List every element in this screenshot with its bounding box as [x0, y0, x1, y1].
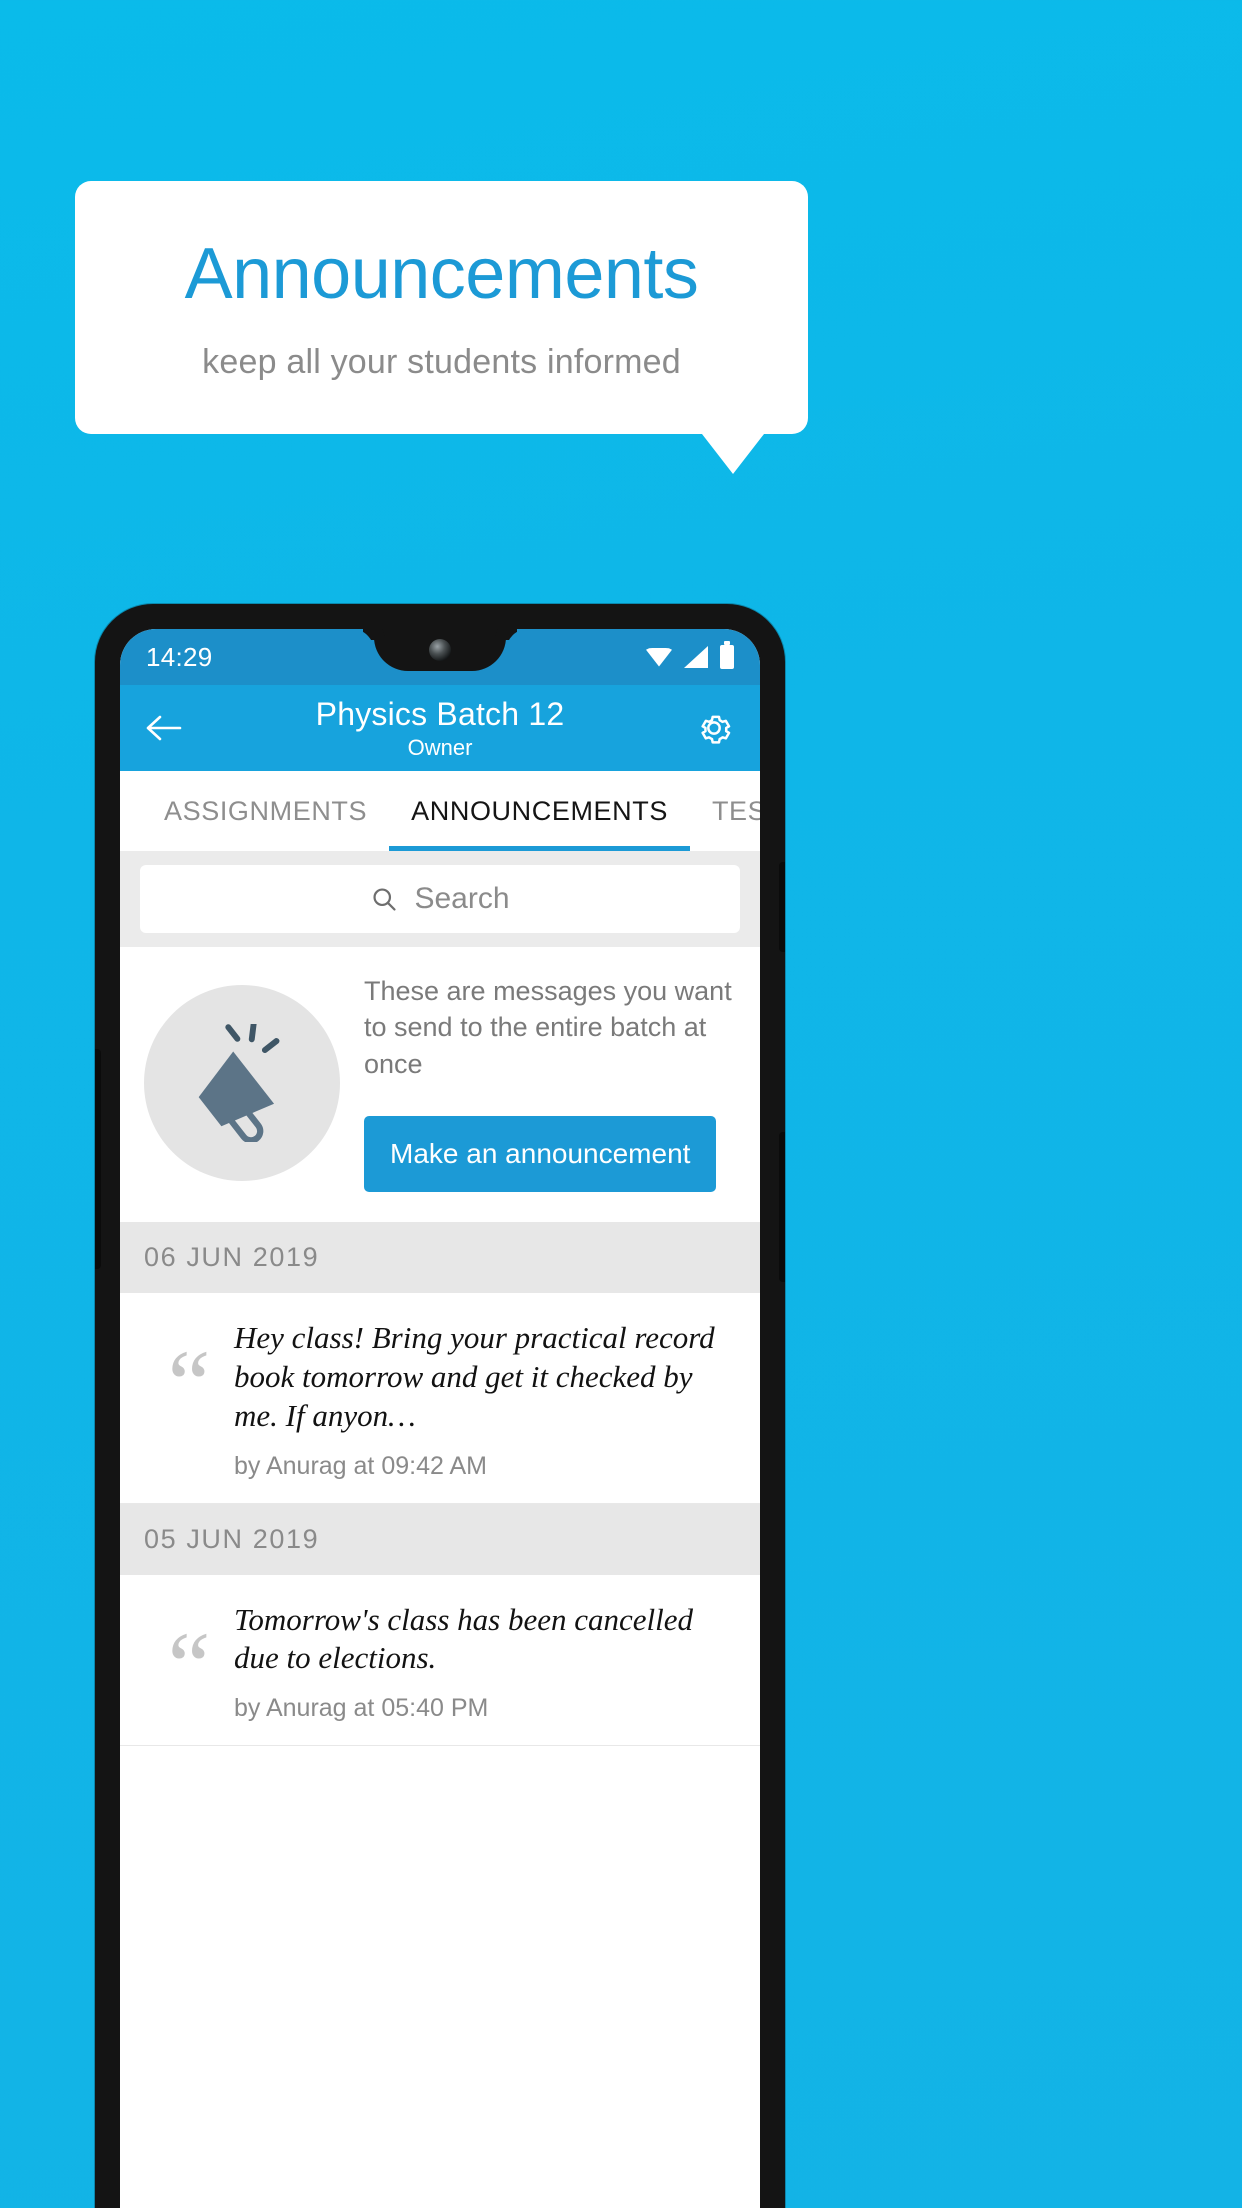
- promo-banner: Announcements keep all your students inf…: [75, 181, 808, 474]
- announcement-empty-promo: These are messages you want to send to t…: [120, 947, 760, 1223]
- announcement-meta: by Anurag at 05:40 PM: [234, 1694, 489, 1723]
- search-placeholder: Search: [414, 882, 510, 915]
- tab-announcements[interactable]: ANNOUNCEMENTS: [389, 771, 690, 851]
- tab-tests[interactable]: TESTS: [690, 771, 760, 851]
- phone-side-button: [95, 1049, 101, 1269]
- announcement-item[interactable]: “ Tomorrow's class has been cancelled du…: [120, 1574, 760, 1747]
- make-announcement-button[interactable]: Make an announcement: [364, 1116, 717, 1193]
- phone-screen: 14:29 Physics Batch 12 Owner ASSIGNMENTS…: [120, 629, 760, 2208]
- announcement-body: Hey class! Bring your practical record b…: [234, 1319, 736, 1480]
- batch-title: Physics Batch 12: [315, 695, 565, 732]
- app-bar: Physics Batch 12 Owner: [120, 685, 760, 771]
- announcement-body: Tomorrow's class has been cancelled due …: [234, 1601, 736, 1724]
- status-icons: [646, 641, 734, 669]
- announcement-text: Hey class! Bring your practical record b…: [234, 1320, 715, 1433]
- search-icon: [373, 888, 397, 911]
- date-header: 06 JUN 2019: [120, 1222, 760, 1294]
- announcement-meta: by Anurag at 09:42 AM: [234, 1451, 487, 1480]
- quote-icon: “: [167, 1611, 211, 1719]
- phone-power-button: [779, 862, 785, 952]
- front-camera: [429, 639, 451, 661]
- wifi-icon: [646, 647, 672, 667]
- page-title: Announcements: [184, 234, 699, 314]
- announcement-text: Tomorrow's class has been cancelled due …: [234, 1601, 693, 1676]
- battery-icon: [720, 641, 734, 669]
- search-input[interactable]: Search: [140, 865, 740, 933]
- gear-icon[interactable]: [690, 704, 738, 752]
- date-header: 05 JUN 2019: [120, 1503, 760, 1575]
- page-subtitle: keep all your students informed: [202, 342, 681, 381]
- quote-icon: “: [167, 1330, 211, 1438]
- speech-bubble-tail: [701, 433, 764, 474]
- tab-bar[interactable]: ASSIGNMENTS ANNOUNCEMENTS TESTS ’: [120, 771, 760, 851]
- signal-icon: [684, 646, 708, 668]
- search-section: Search: [120, 851, 760, 947]
- back-arrow-icon[interactable]: [142, 706, 186, 750]
- promo-content: These are messages you want to send to t…: [364, 973, 736, 1193]
- megaphone-icon: [144, 984, 340, 1181]
- tab-assignments[interactable]: ASSIGNMENTS: [142, 771, 389, 851]
- promo-description: These are messages you want to send to t…: [364, 976, 732, 1079]
- phone-volume-button: [779, 1132, 785, 1282]
- status-bar: 14:29: [120, 629, 760, 685]
- promo-card: Announcements keep all your students inf…: [75, 181, 808, 434]
- app-bar-titles: Physics Batch 12 Owner: [120, 696, 760, 761]
- phone-device: 14:29 Physics Batch 12 Owner ASSIGNMENTS…: [95, 604, 785, 2208]
- phone-notch: [374, 629, 506, 671]
- batch-role: Owner: [407, 734, 473, 760]
- announcement-item[interactable]: “ Hey class! Bring your practical record…: [120, 1293, 760, 1504]
- status-time: 14:29: [146, 641, 213, 672]
